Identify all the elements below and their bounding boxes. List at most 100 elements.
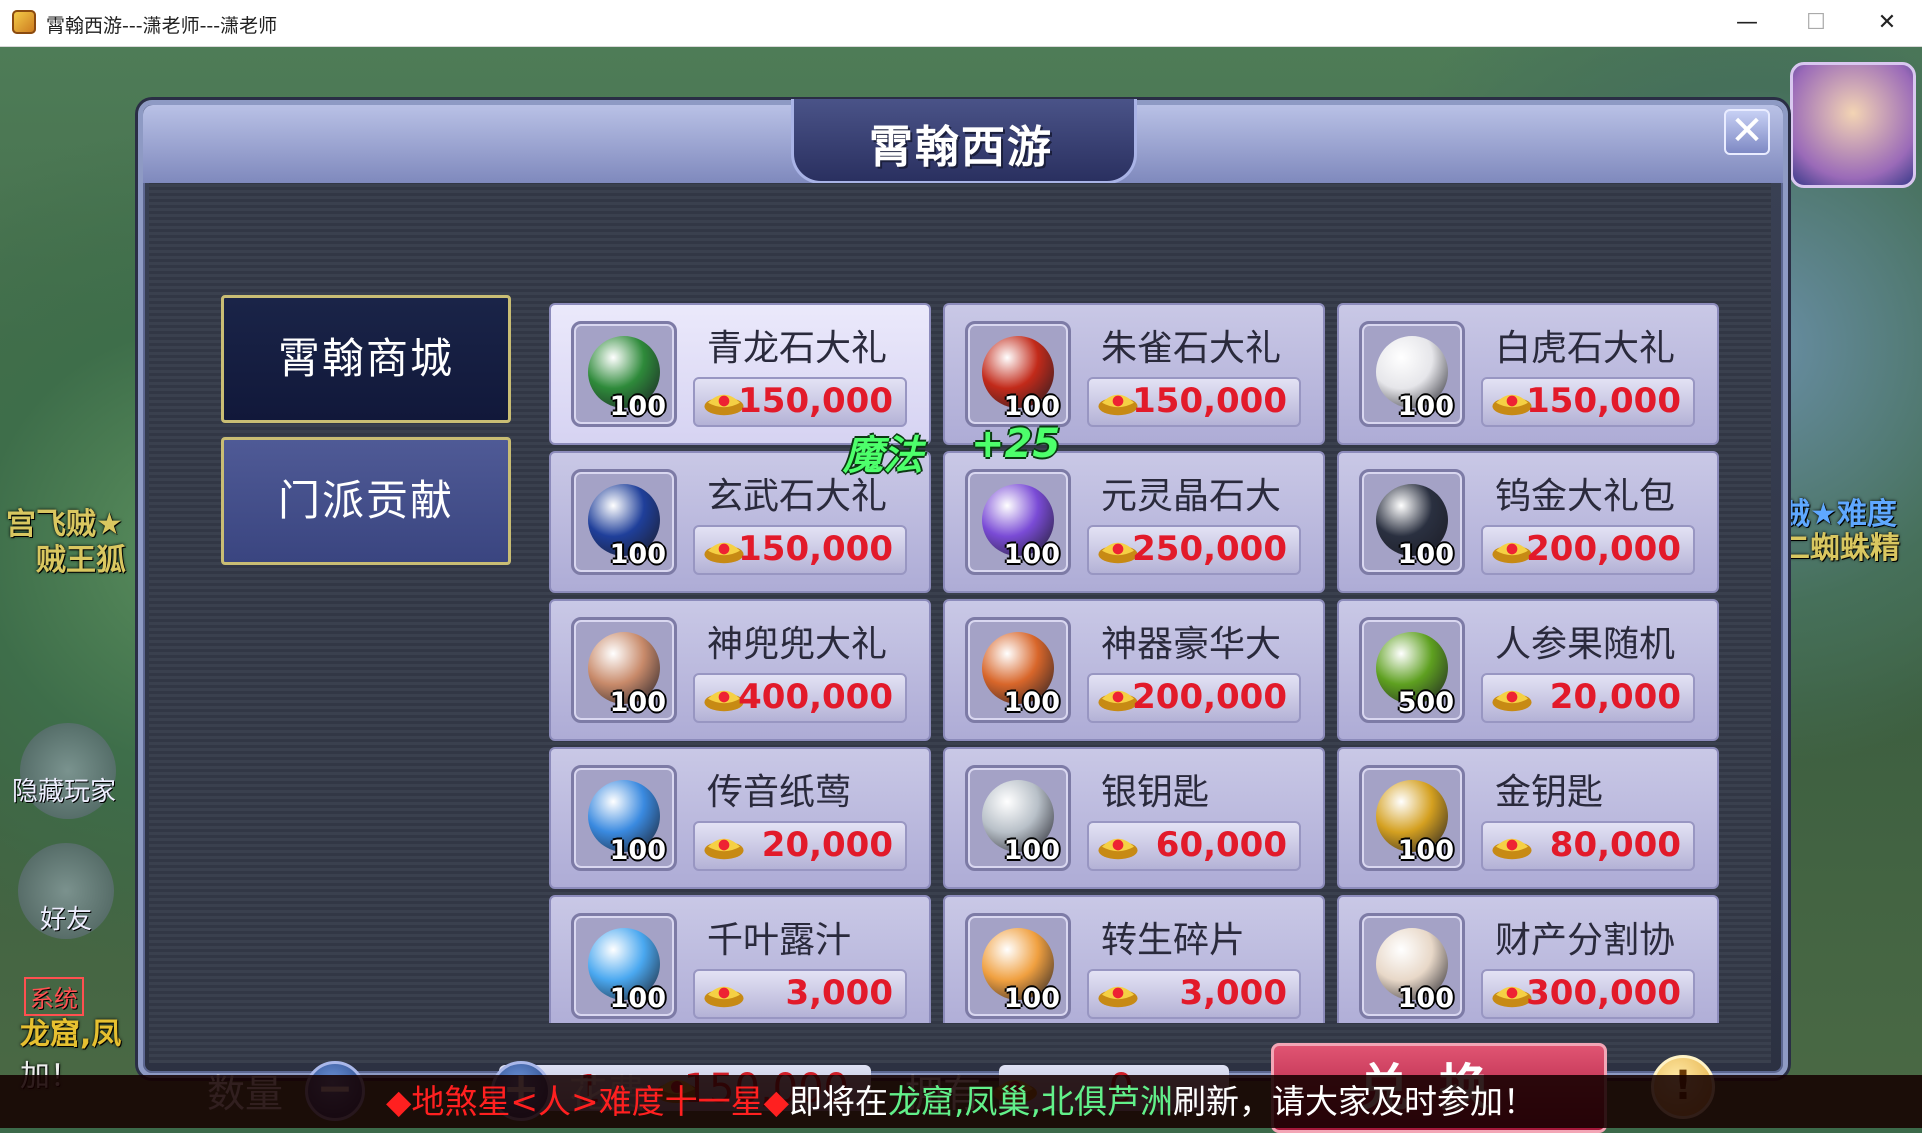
item-name: 白虎石大礼 xyxy=(1495,328,1676,369)
item-card[interactable]: 100 金钥匙 80,000 xyxy=(1337,747,1719,889)
item-price-bar: 3,000 xyxy=(1087,969,1301,1019)
item-price: 200,000 xyxy=(1132,677,1287,717)
item-price-bar: 150,000 xyxy=(1481,377,1695,427)
item-price-bar: 200,000 xyxy=(1481,525,1695,575)
gold-ingot-icon xyxy=(1098,838,1138,860)
item-card[interactable]: 100 神兜兜大礼 400,000 xyxy=(549,599,931,741)
gold-ingot-icon xyxy=(1492,690,1532,712)
item-card[interactable]: 100 传音纸莺 20,000 xyxy=(549,747,931,889)
maximize-button[interactable]: ☐ xyxy=(1781,0,1851,46)
bg-npc-name: 贼王狐 xyxy=(36,543,126,578)
item-price-bar: 3,000 xyxy=(693,969,907,1019)
item-price-bar: 200,000 xyxy=(1087,673,1301,723)
item-slot: 500 xyxy=(1359,617,1465,723)
item-slot: 100 xyxy=(1359,469,1465,575)
item-price: 300,000 xyxy=(1526,973,1681,1013)
app-icon xyxy=(12,10,36,34)
item-price: 60,000 xyxy=(1155,825,1287,865)
item-price: 3,000 xyxy=(785,973,893,1013)
bg-right-text-2: 二蜘蛛精 xyxy=(1780,531,1900,566)
marquee-locations: 龙窟,凤巢,北俱芦洲 xyxy=(888,1082,1174,1121)
item-stack-count: 100 xyxy=(1397,391,1454,422)
player-avatar[interactable] xyxy=(1790,62,1916,188)
window-close-button[interactable]: ✕ xyxy=(1852,0,1922,46)
item-price-bar: 150,000 xyxy=(693,377,907,427)
floating-magic-text: 魔法 xyxy=(843,433,923,479)
window-title: 霄翰西游---潇老师---潇老师 xyxy=(46,15,278,37)
item-price-bar: 150,000 xyxy=(1087,377,1301,427)
item-name: 人参果随机 xyxy=(1495,624,1676,665)
item-price: 150,000 xyxy=(1132,381,1287,421)
item-card[interactable]: 100 银钥匙 60,000 xyxy=(943,747,1325,889)
item-price-bar: 250,000 xyxy=(1087,525,1301,575)
item-name: 元灵晶石大 xyxy=(1101,476,1282,517)
item-stack-count: 500 xyxy=(1397,687,1454,718)
item-card[interactable]: 100 转生碎片 3,000 xyxy=(943,895,1325,1023)
item-stack-count: 100 xyxy=(1397,539,1454,570)
item-slot: 100 xyxy=(571,765,677,871)
item-stack-count: 100 xyxy=(1397,983,1454,1014)
item-card[interactable]: 100 财产分割协 300,000 xyxy=(1337,895,1719,1023)
item-slot: 100 xyxy=(965,913,1071,1019)
item-price: 20,000 xyxy=(1549,677,1681,717)
item-name: 传音纸莺 xyxy=(707,772,852,813)
item-slot: 100 xyxy=(1359,913,1465,1019)
window-titlebar: 霄翰西游---潇老师---潇老师 — ☐ ✕ xyxy=(0,0,1922,47)
minimize-button[interactable]: — xyxy=(1712,0,1782,46)
item-name: 转生碎片 xyxy=(1101,920,1246,961)
item-stack-count: 100 xyxy=(1397,835,1454,866)
item-slot: 100 xyxy=(1359,765,1465,871)
item-card[interactable]: 100 千叶露汁 3,000 xyxy=(549,895,931,1023)
item-price-bar: 60,000 xyxy=(1087,821,1301,871)
gold-ingot-icon xyxy=(704,838,744,860)
gold-ingot-icon xyxy=(1098,986,1138,1008)
item-slot: 100 xyxy=(571,469,677,575)
dialog-body: 霄翰商城 门派贡献 100 青龙石大礼 150,000 100 朱雀石大礼 150,000… xyxy=(149,183,1771,1133)
gold-ingot-icon xyxy=(704,986,744,1008)
item-price: 250,000 xyxy=(1132,529,1287,569)
item-price: 20,000 xyxy=(761,825,893,865)
item-name: 神器豪华大 xyxy=(1101,624,1282,665)
item-card[interactable]: 100 白虎石大礼 150,000 xyxy=(1337,303,1719,445)
item-stack-count: 100 xyxy=(1003,687,1060,718)
dialog-title: 霄翰西游 xyxy=(869,122,1053,173)
dialog-close-icon[interactable]: ✕ xyxy=(1724,109,1770,155)
item-card[interactable]: 100 元灵晶石大 250,000 xyxy=(943,451,1325,593)
shop-dialog: 霄翰西游 ✕ 霄翰商城 门派贡献 100 青龙石大礼 150,000 100 朱雀石大礼… xyxy=(138,99,1788,1133)
tab-sect-contribution[interactable]: 门派贡献 xyxy=(221,437,511,565)
item-stack-count: 100 xyxy=(1003,835,1060,866)
item-price-bar: 150,000 xyxy=(693,525,907,575)
marquee-event: ◆地煞星<人>难度十一星◆ xyxy=(385,1082,790,1121)
item-price: 200,000 xyxy=(1526,529,1681,569)
item-price: 150,000 xyxy=(738,381,893,421)
friends-label: 好友 xyxy=(40,905,93,935)
item-slot: 100 xyxy=(965,469,1071,575)
item-slot: 100 xyxy=(571,321,677,427)
announcement-marquee: ◆地煞星<人>难度十一星◆即将在龙窟,凤巢,北俱芦洲刷新，请大家及时参加！ xyxy=(0,1075,1922,1128)
item-stack-count: 100 xyxy=(609,687,666,718)
item-price: 400,000 xyxy=(738,677,893,717)
item-stack-count: 100 xyxy=(609,539,666,570)
item-stack-count: 100 xyxy=(609,391,666,422)
item-name: 朱雀石大礼 xyxy=(1101,328,1282,369)
marquee-text-1: 即将在 xyxy=(789,1082,889,1121)
item-slot: 100 xyxy=(571,617,677,723)
item-slot: 100 xyxy=(965,617,1071,723)
item-slot: 100 xyxy=(1359,321,1465,427)
item-price-bar: 80,000 xyxy=(1481,821,1695,871)
item-name: 银钥匙 xyxy=(1101,772,1210,813)
tab-xiaohan-mall[interactable]: 霄翰商城 xyxy=(221,295,511,423)
item-price-bar: 20,000 xyxy=(1481,673,1695,723)
item-name: 青龙石大礼 xyxy=(707,328,888,369)
item-card[interactable]: 100 钨金大礼包 200,000 xyxy=(1337,451,1719,593)
item-stack-count: 100 xyxy=(1003,539,1060,570)
item-stack-count: 100 xyxy=(609,983,666,1014)
item-price: 3,000 xyxy=(1179,973,1287,1013)
item-card[interactable]: 500 人参果随机 20,000 xyxy=(1337,599,1719,741)
item-price-bar: 400,000 xyxy=(693,673,907,723)
hide-players-label: 隐藏玩家 xyxy=(12,777,117,807)
item-price-bar: 20,000 xyxy=(693,821,907,871)
item-card[interactable]: 100 神器豪华大 200,000 xyxy=(943,599,1325,741)
gold-ingot-icon xyxy=(1492,838,1532,860)
item-name: 财产分割协 xyxy=(1495,920,1676,961)
